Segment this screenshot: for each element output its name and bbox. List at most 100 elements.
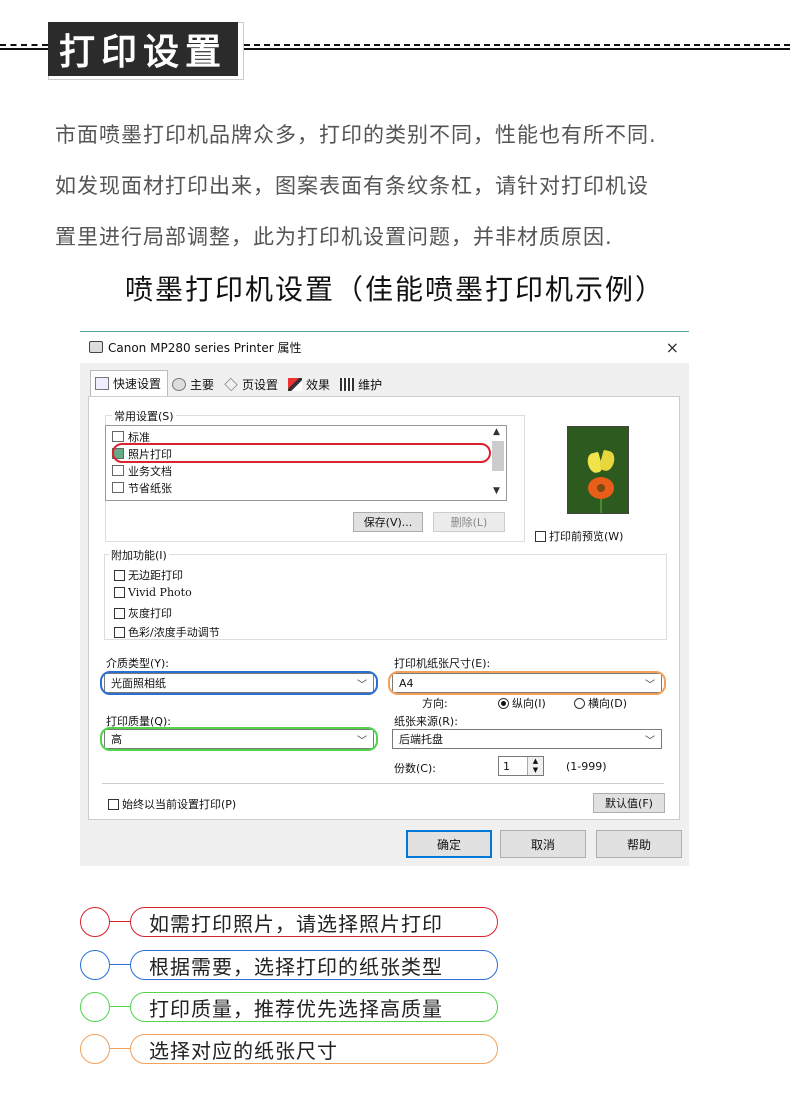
divider [102, 783, 664, 784]
document-icon [112, 465, 124, 476]
ok-button[interactable]: 确定 [406, 830, 492, 858]
header-line-left [0, 44, 48, 50]
dialog-title: Canon MP280 series Printer 属性 [108, 341, 302, 355]
preview-before-print-checkbox[interactable]: 打印前预览(W) [535, 528, 623, 544]
checkbox-box[interactable] [114, 569, 125, 581]
spin-buttons[interactable]: ▲ ▼ [527, 757, 543, 775]
checkbox-box[interactable] [535, 530, 546, 542]
list-item[interactable]: 照片打印 [112, 445, 172, 462]
select-value: 后端托盘 [399, 733, 443, 746]
tab-label: 快速设置 [113, 377, 162, 391]
legend-circle [80, 950, 110, 980]
intro-line: 市面喷墨打印机品牌众多，打印的类别不同，性能也有所不同. [55, 123, 657, 147]
paper-source-label: 纸张来源(R): [394, 715, 458, 728]
effects-brush-icon [288, 377, 303, 391]
tab-page-setup[interactable]: 页设置 [220, 372, 284, 396]
radio-dot[interactable] [574, 697, 585, 709]
legend-item: 如需打印照片，请选择照片打印 [80, 907, 500, 937]
print-quality-label: 打印质量(Q): [106, 715, 171, 728]
list-item-label: 节省纸张 [128, 481, 172, 495]
radio-label: 横向(D) [588, 697, 628, 710]
select-value: A4 [399, 676, 414, 690]
checkbox-label: 打印前预览(W) [549, 530, 624, 543]
delete-button[interactable]: 删除(L) [433, 512, 505, 532]
tab-label: 维护 [358, 377, 383, 392]
vivid-photo-checkbox[interactable]: Vivid Photo [114, 586, 192, 599]
checkbox-label: 无边距打印 [128, 569, 183, 582]
tab-label: 主要 [190, 377, 215, 392]
legend-circle [80, 992, 110, 1022]
borderless-checkbox[interactable]: 无边距打印 [114, 567, 183, 583]
checkbox-box[interactable] [114, 626, 125, 638]
standard-icon [112, 431, 124, 442]
landscape-radio[interactable]: 横向(D) [574, 695, 627, 711]
list-scrollbar[interactable]: ▲ ▼ [490, 426, 506, 500]
list-item-label: 标准 [128, 430, 150, 444]
copies-label: 份数(C): [394, 762, 436, 775]
chevron-down-icon: ﹀ [357, 680, 367, 691]
legend-circle [80, 1034, 110, 1064]
tab-main[interactable]: 主要 [168, 372, 220, 396]
paper-size-select[interactable]: A4 ﹀ [392, 673, 662, 693]
legend-connector [110, 1048, 130, 1049]
quick-setup-icon [95, 377, 109, 390]
checkbox-box[interactable] [108, 798, 119, 810]
cancel-button[interactable]: 取消 [500, 830, 586, 858]
list-item[interactable]: 标准 [112, 428, 150, 445]
grayscale-checkbox[interactable]: 灰度打印 [114, 605, 172, 621]
maintenance-icon [340, 377, 355, 391]
tab-effects[interactable]: 效果 [284, 372, 336, 396]
tab-bar: 快速设置 主要 页设置 效果 维护 [90, 370, 388, 396]
page-setup-icon [224, 377, 238, 391]
legend-text: 如需打印照片，请选择照片打印 [130, 907, 498, 937]
print-quality-select[interactable]: 高 ﹀ [104, 729, 374, 749]
legend-text: 打印质量，推荐优先选择高质量 [130, 992, 498, 1022]
legend-text: 根据需要，选择打印的纸张类型 [130, 950, 498, 980]
legend-connector [110, 964, 130, 965]
media-type-select[interactable]: 光面照相纸 ﹀ [104, 673, 374, 693]
copies-range: (1-999) [566, 760, 607, 773]
legend-item: 选择对应的纸张尺寸 [80, 1034, 500, 1064]
flower-center [597, 484, 605, 492]
legend-text: 选择对应的纸张尺寸 [130, 1034, 498, 1064]
always-print-checkbox[interactable]: 始终以当前设置打印(P) [108, 796, 236, 812]
checkbox-box[interactable] [114, 587, 125, 598]
legend-connector [110, 1006, 130, 1007]
printer-properties-dialog: Canon MP280 series Printer 属性 × 快速设置 主要 … [80, 331, 689, 866]
chevron-down-icon: ﹀ [645, 680, 655, 691]
preview-image [567, 426, 629, 514]
save-button[interactable]: 保存(V)... [353, 512, 423, 532]
select-value: 光面照相纸 [111, 677, 166, 690]
scroll-thumb[interactable] [492, 441, 504, 471]
manual-color-checkbox[interactable]: 色彩/浓度手动调节 [114, 624, 220, 640]
select-value: 高 [111, 733, 122, 746]
checkbox-label: Vivid Photo [128, 586, 192, 599]
group-label: 常用设置(S) [112, 408, 176, 424]
close-button[interactable]: × [666, 338, 679, 357]
list-item-label: 业务文档 [128, 464, 172, 478]
legend-connector [110, 921, 130, 922]
checkbox-label: 始终以当前设置打印(P) [122, 798, 237, 811]
tab-label: 效果 [306, 377, 331, 392]
list-item[interactable]: 业务文档 [112, 462, 172, 479]
checkbox-box[interactable] [114, 607, 125, 619]
scroll-down-icon[interactable]: ▼ [493, 486, 500, 496]
radio-dot[interactable] [498, 697, 509, 709]
defaults-button[interactable]: 默认值(F) [593, 793, 665, 813]
section-subtitle: 喷墨打印机设置（佳能喷墨打印机示例） [124, 273, 665, 306]
scroll-up-icon[interactable]: ▲ [493, 427, 500, 437]
paper-source-select[interactable]: 后端托盘 ﹀ [392, 729, 662, 749]
header-line-right [244, 44, 790, 50]
help-button[interactable]: 帮助 [596, 830, 682, 858]
copies-stepper[interactable]: 1 ▲ ▼ [498, 756, 544, 776]
orientation-label: 方向: [422, 697, 448, 710]
common-settings-list[interactable]: 标准 照片打印 业务文档 节省纸张 ▲ ▼ [105, 425, 507, 501]
list-item[interactable]: 节省纸张 [112, 479, 172, 496]
media-type-label: 介质类型(Y): [106, 657, 170, 670]
portrait-radio[interactable]: 纵向(I) [498, 695, 546, 711]
tab-quick-setup[interactable]: 快速设置 [90, 370, 169, 396]
checkbox-label: 灰度打印 [128, 607, 172, 620]
page-title: 打印设置 [48, 22, 238, 76]
photo-icon [112, 448, 124, 459]
tab-maintenance[interactable]: 维护 [336, 372, 388, 396]
